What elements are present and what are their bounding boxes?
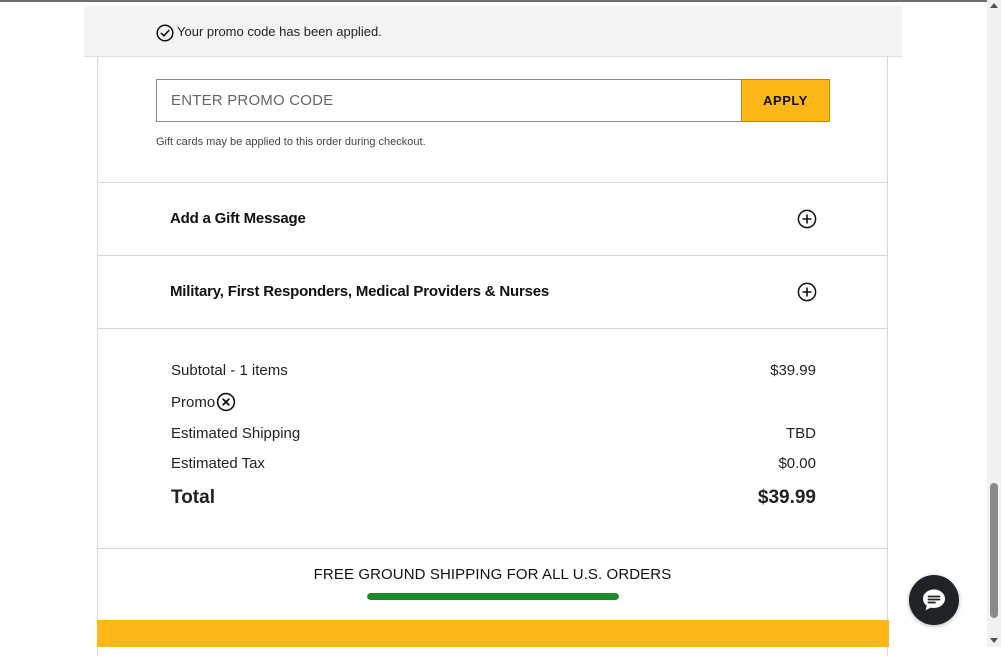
chat-bubble-icon [923, 589, 945, 611]
subtotal-value: $39.99 [770, 362, 816, 379]
top-divider [0, 0, 987, 2]
scroll-thumb[interactable] [990, 483, 998, 618]
tax-value: $0.00 [778, 455, 816, 472]
gift-message-label: Add a Gift Message [170, 210, 306, 227]
promo-applied-banner: Your promo code has been applied. [84, 6, 902, 57]
plus-circle-icon[interactable] [797, 282, 817, 302]
cart-summary-panel: APPLY Gift cards may be applied to this … [97, 56, 888, 656]
free-shipping-progress [367, 593, 619, 600]
shipping-label: Estimated Shipping [171, 425, 301, 442]
page-scrollbar[interactable] [987, 0, 1001, 647]
shipping-value: TBD [786, 425, 816, 442]
chat-button[interactable] [909, 575, 959, 625]
free-shipping-progress-fill [367, 593, 619, 600]
total-value: $39.99 [757, 487, 816, 508]
military-discount-label: Military, First Responders, Medical Prov… [170, 283, 550, 300]
total-label: Total [171, 487, 215, 508]
free-shipping-message: FREE GROUND SHIPPING FOR ALL U.S. ORDERS [313, 566, 672, 583]
promo-label: Promo [171, 394, 216, 411]
subtotal-label: Subtotal - 1 items [171, 362, 288, 379]
banner-message: Your promo code has been applied. [177, 24, 382, 39]
checkout-button[interactable] [97, 620, 889, 647]
free-shipping-section: FREE GROUND SHIPPING FOR ALL U.S. ORDERS [98, 548, 887, 621]
scroll-down-arrow[interactable] [990, 638, 998, 643]
tax-label: Estimated Tax [171, 455, 265, 472]
order-summary: Subtotal - 1 items $39.99 Promo Estimate… [98, 328, 887, 548]
scroll-up-arrow[interactable] [990, 3, 998, 8]
apply-button[interactable]: APPLY [741, 79, 830, 122]
promo-code-input[interactable] [156, 79, 742, 122]
gift-card-note: Gift cards may be applied to this order … [156, 136, 426, 148]
check-circle-icon [156, 24, 174, 42]
remove-promo-icon[interactable] [216, 392, 236, 412]
plus-circle-icon[interactable] [797, 209, 817, 229]
gift-message-accordion[interactable]: Add a Gift Message [98, 182, 887, 255]
military-discount-accordion[interactable]: Military, First Responders, Medical Prov… [98, 255, 887, 328]
